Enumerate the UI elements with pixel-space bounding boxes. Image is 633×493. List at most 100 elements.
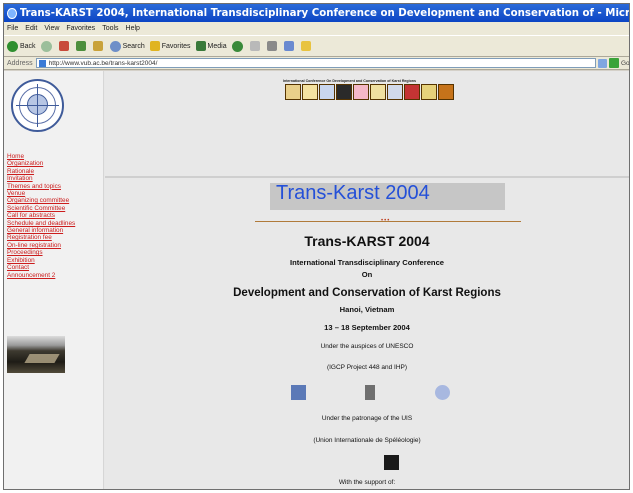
menu-file[interactable]: File xyxy=(7,25,18,32)
home-icon xyxy=(92,41,103,51)
refresh-icon xyxy=(75,41,86,51)
address-input[interactable]: http://www.vub.ac.be/trans-karst2004/ xyxy=(35,58,596,68)
favorites-button[interactable]: Favorites xyxy=(149,41,191,51)
flag-icon xyxy=(404,84,420,100)
banner-caption: International Conference On Development … xyxy=(283,79,416,83)
mail-icon xyxy=(249,41,260,51)
stop-icon xyxy=(58,41,69,51)
nav-general-information[interactable]: General information xyxy=(7,227,101,234)
history-button[interactable] xyxy=(231,40,245,52)
nav-venue[interactable]: Venue xyxy=(7,190,101,197)
address-dropdown-icon[interactable] xyxy=(598,58,607,68)
menu-help[interactable]: Help xyxy=(126,25,140,32)
stop-button[interactable] xyxy=(58,41,71,51)
nav-home[interactable]: Home xyxy=(7,153,101,160)
star-icon xyxy=(149,41,160,51)
nav-exhibition[interactable]: Exhibition xyxy=(7,257,101,264)
media-icon xyxy=(195,41,206,51)
nav-online-registration[interactable]: On-line registration xyxy=(7,242,101,249)
go-arrow-icon[interactable] xyxy=(609,58,619,68)
patronage-text: Under the patronage of the UIS xyxy=(321,415,413,422)
on-text: On xyxy=(361,270,373,279)
main-content: International Conference On Development … xyxy=(105,71,629,489)
print-icon xyxy=(266,41,277,51)
auspices-text: Under the auspices of UNESCO xyxy=(320,343,414,350)
search-button[interactable]: Search xyxy=(109,40,145,52)
section-divider xyxy=(105,176,629,178)
messenger-button[interactable] xyxy=(300,41,313,51)
rule-ornament: ••• xyxy=(381,218,391,224)
address-url: http://www.vub.ac.be/trans-karst2004/ xyxy=(48,59,158,67)
nav-invitation[interactable]: Invitation xyxy=(7,175,101,182)
sidebar-nav: Home Organization Rationale Invitation T… xyxy=(7,153,101,279)
nav-proceedings[interactable]: Proceedings xyxy=(7,249,101,256)
nav-scientific-committee[interactable]: Scientific Committee xyxy=(7,205,101,212)
unesco-temple-icon xyxy=(285,84,301,100)
heading: Trans-KARST 2004 xyxy=(304,233,430,249)
banner-title: Trans-Karst 2004 xyxy=(276,182,430,204)
back-label: Back xyxy=(20,42,36,50)
menu-favorites[interactable]: Favorites xyxy=(66,25,95,32)
tool-icon xyxy=(302,84,318,100)
uis-full-name: (Union Internationale de Spéléologie) xyxy=(313,437,421,444)
menu-tools[interactable]: Tools xyxy=(102,25,118,32)
banner-icon-row xyxy=(285,84,455,100)
menu-edit[interactable]: Edit xyxy=(25,25,37,32)
emblem-icon xyxy=(438,84,454,100)
go-button[interactable]: Go xyxy=(621,60,629,67)
nav-registration-fee[interactable]: Registration fee xyxy=(7,234,101,241)
back-arrow-icon xyxy=(7,40,18,52)
browser-window: Trans-KARST 2004, International Transdis… xyxy=(3,3,630,490)
nav-rationale[interactable]: Rationale xyxy=(7,168,101,175)
address-bar: Address http://www.vub.ac.be/trans-karst… xyxy=(4,57,629,70)
nav-organization[interactable]: Organization xyxy=(7,160,101,167)
mail-button[interactable] xyxy=(249,41,262,51)
uis-icon xyxy=(336,84,352,100)
sun-icon xyxy=(370,84,386,100)
address-label: Address xyxy=(7,59,33,67)
print-button[interactable] xyxy=(266,41,279,51)
nav-organizing-committee[interactable]: Organizing committee xyxy=(7,197,101,204)
ihp-logo xyxy=(435,385,450,400)
nav-contact[interactable]: Contact xyxy=(7,264,101,271)
subheading: International Transdisciplinary Conferen… xyxy=(289,258,445,267)
history-icon xyxy=(231,40,243,52)
favorites-label: Favorites xyxy=(161,42,191,50)
karst-landscape-photo xyxy=(7,336,65,373)
igcp-logo xyxy=(365,385,375,400)
uis-small-logo xyxy=(384,455,399,470)
edit-button[interactable] xyxy=(283,41,296,51)
dates: 13 – 18 September 2004 xyxy=(324,323,410,332)
forward-arrow-icon xyxy=(40,40,52,52)
media-label: Media xyxy=(207,42,227,50)
unesco-logo xyxy=(291,385,306,400)
menu-view[interactable]: View xyxy=(44,25,59,32)
globe-icon xyxy=(319,84,335,100)
folder-icon xyxy=(300,41,311,51)
nav-schedule[interactable]: Schedule and deadlines xyxy=(7,220,101,227)
page-viewport: Home Organization Rationale Invitation T… xyxy=(4,71,629,489)
home-button[interactable] xyxy=(92,41,105,51)
menu-bar: File Edit View Favorites Tools Help xyxy=(4,22,629,35)
media-button[interactable]: Media xyxy=(195,41,227,51)
back-button[interactable]: Back xyxy=(7,40,36,52)
toolbar: Back Search Favorites Media xyxy=(4,35,629,57)
flower-icon xyxy=(353,84,369,100)
nav-themes[interactable]: Themes and topics xyxy=(7,183,101,190)
figure-icon xyxy=(387,84,403,100)
nav-announcement-2[interactable]: Announcement 2 xyxy=(7,272,101,279)
edit-icon xyxy=(283,41,294,51)
title-bar: Trans-KARST 2004, International Transdis… xyxy=(4,4,629,22)
ie-icon xyxy=(7,7,17,19)
mountain-icon xyxy=(421,84,437,100)
refresh-button[interactable] xyxy=(75,41,88,51)
page-icon xyxy=(38,59,46,67)
projects-text: (IGCP Project 448 and IHP) xyxy=(326,364,408,371)
search-icon xyxy=(109,40,121,52)
search-label: Search xyxy=(122,42,145,50)
sidebar: Home Organization Rationale Invitation T… xyxy=(4,71,104,489)
location: Hanoi, Vietnam xyxy=(339,305,395,314)
nav-call-for-abstracts[interactable]: Call for abstracts xyxy=(7,212,101,219)
forward-button[interactable] xyxy=(40,40,54,52)
window-title: Trans-KARST 2004, International Transdis… xyxy=(19,7,629,19)
